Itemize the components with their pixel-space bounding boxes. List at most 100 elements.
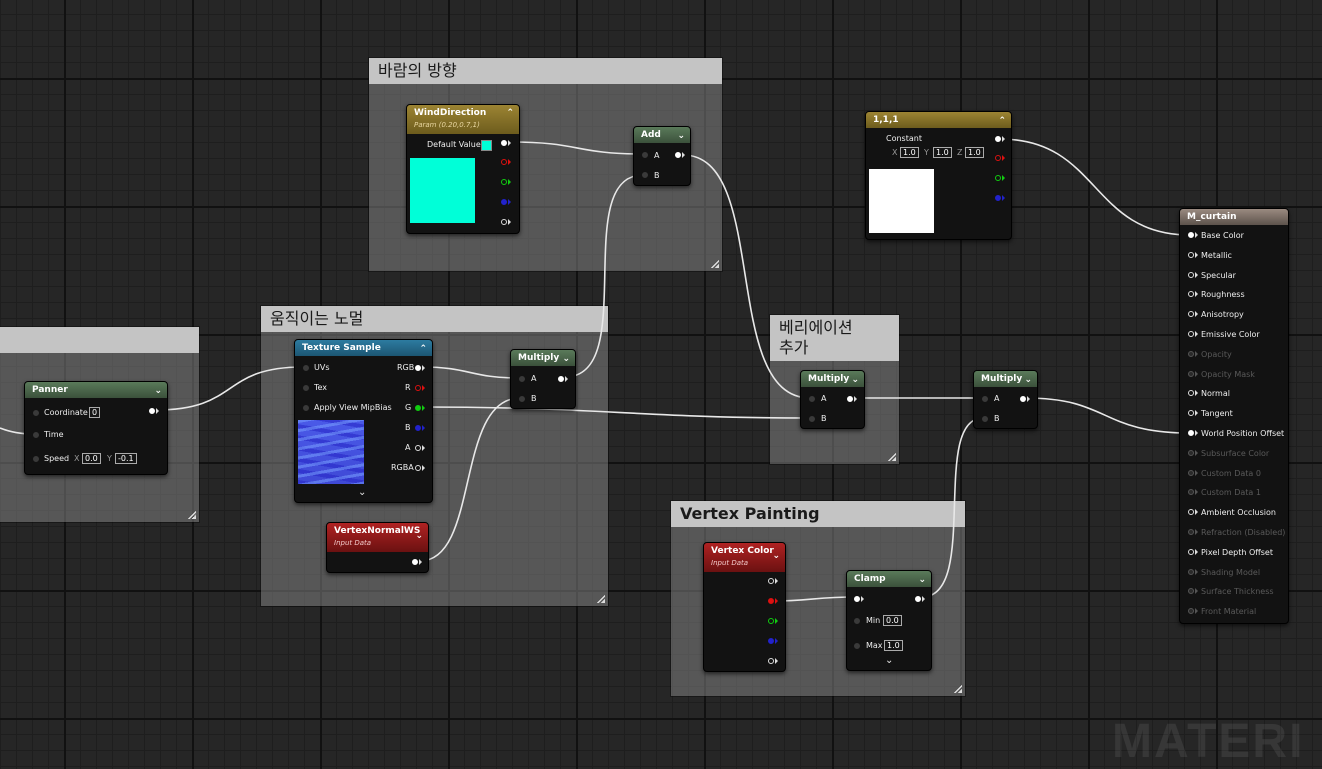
multiply-node-2[interactable]: Multiply ⌄ A B	[800, 370, 865, 429]
input-pin-result[interactable]	[1188, 271, 1194, 278]
default-value-swatch[interactable]	[481, 140, 492, 151]
vertex-normal-ws-node[interactable]: VertexNormalWS Input Data ⌄	[326, 522, 429, 573]
multiply-node-3[interactable]: Multiply ⌄ A B	[973, 370, 1038, 429]
input-pin-a[interactable]	[982, 396, 988, 402]
output-pin-rgb[interactable]	[768, 578, 774, 584]
node-header[interactable]: Add ⌄	[634, 127, 690, 143]
resize-handle[interactable]	[710, 259, 719, 268]
output-pin-rgb[interactable]	[501, 140, 507, 146]
output-pin[interactable]	[1020, 396, 1026, 402]
node-header[interactable]: Texture Sample ⌃	[295, 340, 432, 356]
chevron-down-icon[interactable]: ⌄	[415, 529, 423, 543]
output-pin-g[interactable]	[501, 179, 507, 185]
resize-handle[interactable]	[187, 510, 196, 519]
output-pin-b[interactable]	[501, 199, 507, 205]
output-pin-r[interactable]	[415, 385, 421, 391]
output-pin[interactable]	[412, 559, 418, 565]
chevron-down-icon[interactable]: ⌄	[1024, 372, 1032, 388]
output-pin-a[interactable]	[415, 445, 421, 451]
output-pin-a[interactable]	[501, 219, 507, 225]
input-pin-result[interactable]	[1188, 430, 1194, 436]
speed-x-input[interactable]: 0.0	[82, 453, 101, 464]
node-header[interactable]: Vertex Color Input Data ⌄	[704, 543, 785, 572]
input-pin-a[interactable]	[642, 152, 648, 158]
input-pin-uvs[interactable]	[303, 365, 309, 371]
output-pin-b[interactable]	[415, 425, 421, 431]
input-pin-min[interactable]	[854, 618, 860, 624]
output-pin-r[interactable]	[768, 598, 774, 604]
input-pin-b[interactable]	[982, 416, 988, 422]
input-pin-result[interactable]	[1188, 548, 1194, 555]
speed-y-input[interactable]: -0.1	[115, 453, 137, 464]
texture-sample-node[interactable]: Texture Sample ⌃ UVs Tex Apply View MipB…	[294, 339, 433, 503]
expand-chevron-icon[interactable]: ⌄	[358, 487, 366, 498]
input-pin-b[interactable]	[809, 416, 815, 422]
multiply-node-1[interactable]: Multiply ⌄ A B	[510, 349, 576, 409]
max-value-input[interactable]: 1.0	[884, 640, 903, 651]
panner-node[interactable]: Panner ⌄ Coordinate 0 Time Speed X 0.0 Y…	[24, 381, 168, 475]
output-pin-rgba[interactable]	[415, 465, 421, 471]
output-pin-r[interactable]	[995, 155, 1001, 161]
chevron-down-icon[interactable]: ⌄	[154, 383, 162, 399]
output-pin[interactable]	[149, 408, 155, 414]
output-pin-g[interactable]	[995, 175, 1001, 181]
output-pin-g[interactable]	[415, 405, 421, 411]
collapse-chevron-icon[interactable]: ⌃	[998, 113, 1006, 129]
clamp-node[interactable]: Clamp ⌄ Min 0.0 Max 1.0 ⌄	[846, 570, 932, 671]
input-pin-coordinate[interactable]	[33, 410, 39, 416]
chevron-down-icon[interactable]: ⌄	[562, 351, 570, 367]
input-pin-tex[interactable]	[303, 385, 309, 391]
input-pin-result[interactable]	[1188, 232, 1194, 238]
output-pin-rgb[interactable]	[415, 365, 421, 371]
node-header[interactable]: Multiply ⌄	[511, 350, 575, 366]
min-value-input[interactable]: 0.0	[883, 615, 902, 626]
constant3vector-node[interactable]: 1,1,1 ⌃ Constant X 1.0 Y 1.0 Z 1.0	[865, 111, 1012, 240]
output-pin-b[interactable]	[995, 195, 1001, 201]
node-header[interactable]: 1,1,1 ⌃	[866, 112, 1011, 128]
input-pin-result[interactable]	[1188, 410, 1194, 417]
collapse-chevron-icon[interactable]: ⌃	[506, 106, 514, 120]
output-pin[interactable]	[847, 396, 853, 402]
chevron-down-icon[interactable]: ⌄	[677, 128, 685, 144]
output-pin-rgb[interactable]	[995, 136, 1001, 142]
node-header[interactable]: Clamp ⌄	[847, 571, 931, 587]
input-pin-mipbias[interactable]	[303, 405, 309, 411]
input-pin-b[interactable]	[519, 396, 525, 402]
output-pin[interactable]	[558, 376, 564, 382]
resize-handle[interactable]	[887, 452, 896, 461]
resize-handle[interactable]	[953, 684, 962, 693]
node-header[interactable]: Multiply ⌄	[974, 371, 1037, 387]
chevron-down-icon[interactable]: ⌄	[772, 549, 780, 563]
wind-direction-node[interactable]: WindDirection Param (0.20,0.7,1) ⌃ Defau…	[406, 104, 520, 234]
chevron-down-icon[interactable]: ⌄	[918, 572, 926, 588]
output-pin-r[interactable]	[501, 159, 507, 165]
input-pin[interactable]	[854, 596, 860, 602]
z-value-input[interactable]: 1.0	[965, 147, 984, 158]
output-pin-b[interactable]	[768, 638, 774, 644]
output-pin-a[interactable]	[768, 658, 774, 664]
input-pin-a[interactable]	[519, 376, 525, 382]
input-pin-a[interactable]	[809, 396, 815, 402]
output-pin-g[interactable]	[768, 618, 774, 624]
input-pin-time[interactable]	[33, 432, 39, 438]
add-node[interactable]: Add ⌄ A B	[633, 126, 691, 186]
input-pin-speed[interactable]	[33, 456, 39, 462]
input-pin-result[interactable]	[1188, 331, 1194, 337]
node-header[interactable]: WindDirection Param (0.20,0.7,1) ⌃	[407, 105, 519, 134]
input-pin-result[interactable]	[1188, 291, 1194, 298]
input-pin-result[interactable]	[1188, 390, 1194, 397]
input-pin-result[interactable]	[1188, 251, 1194, 258]
chevron-down-icon[interactable]: ⌄	[851, 372, 859, 388]
node-header[interactable]: VertexNormalWS Input Data ⌄	[327, 523, 428, 552]
output-pin[interactable]	[915, 596, 921, 602]
vertex-color-node[interactable]: Vertex Color Input Data ⌄	[703, 542, 786, 672]
material-result-node[interactable]: M_curtain Base Color Metallic Specular Roug…	[1179, 208, 1289, 624]
x-value-input[interactable]: 1.0	[900, 147, 919, 158]
y-value-input[interactable]: 1.0	[933, 147, 952, 158]
node-header[interactable]: Multiply ⌄	[801, 371, 864, 387]
input-pin-b[interactable]	[642, 172, 648, 178]
input-pin-result[interactable]	[1188, 509, 1194, 516]
coordinate-value-input[interactable]: 0	[89, 407, 101, 418]
resize-handle[interactable]	[596, 594, 605, 603]
output-pin[interactable]	[675, 152, 681, 158]
